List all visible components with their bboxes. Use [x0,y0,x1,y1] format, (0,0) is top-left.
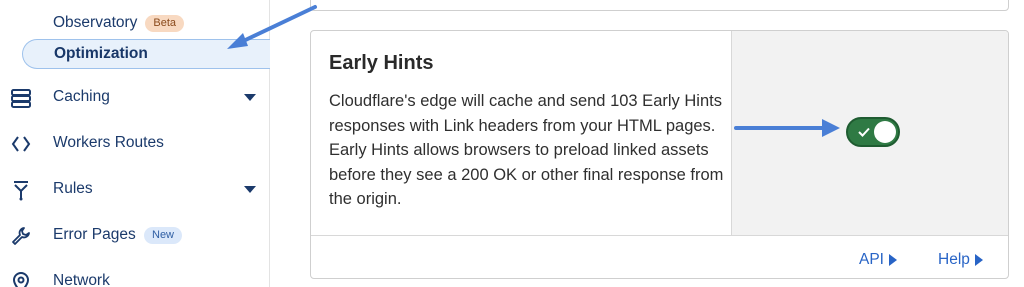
help-link-label: Help [938,251,970,268]
caret-right-icon [888,254,897,266]
code-brackets-icon [11,136,31,152]
location-pin-icon [12,271,30,287]
sidebar-item-rules[interactable]: Rules [0,172,270,206]
sidebar-item-label: Rules [53,180,93,197]
previous-setting-card [310,0,1009,11]
sidebar-item-label: Error Pages [53,226,136,243]
sidebar-item-label: Caching [53,88,110,105]
help-link[interactable]: Help [938,251,983,269]
beta-badge: Beta [145,14,185,32]
card-body: Early Hints Cloudflare's edge will cache… [311,31,731,235]
sidebar-item-network[interactable]: Network [0,264,270,287]
sidebar-item-caching[interactable]: Caching [0,80,270,114]
sidebar-item-error-pages[interactable]: Error Pages New [0,218,270,252]
toggle-knob [874,121,896,143]
api-link[interactable]: API [859,251,897,269]
sidebar: Observatory Beta Optimization Caching Wo… [0,0,270,287]
card-description: Cloudflare's edge will cache and send 10… [329,92,724,208]
sidebar-subitem-optimization[interactable]: Optimization [22,39,270,69]
api-link-label: API [859,251,884,268]
sidebar-item-workers-routes[interactable]: Workers Routes [0,126,270,160]
new-badge: New [144,227,183,244]
sidebar-subitem-label: Observatory [53,14,138,31]
early-hints-toggle[interactable] [846,117,900,147]
wrench-icon [12,227,30,245]
card-control-area [731,31,1008,235]
funnel-rules-icon [14,181,28,201]
sidebar-subitem-label: Optimization [54,45,148,62]
server-stack-icon [11,89,31,108]
card-footer: API Help [311,235,1008,278]
caret-right-icon [974,254,983,266]
sidebar-item-label: Network [53,272,110,287]
chevron-down-icon[interactable] [244,186,256,193]
early-hints-card: Early Hints Cloudflare's edge will cache… [310,30,1009,279]
chevron-down-icon[interactable] [244,94,256,101]
sidebar-item-label: Workers Routes [53,134,164,151]
checkmark-icon [858,127,870,137]
sidebar-subitem-observatory[interactable]: Observatory Beta [22,8,270,38]
card-title: Early Hints [329,52,434,74]
